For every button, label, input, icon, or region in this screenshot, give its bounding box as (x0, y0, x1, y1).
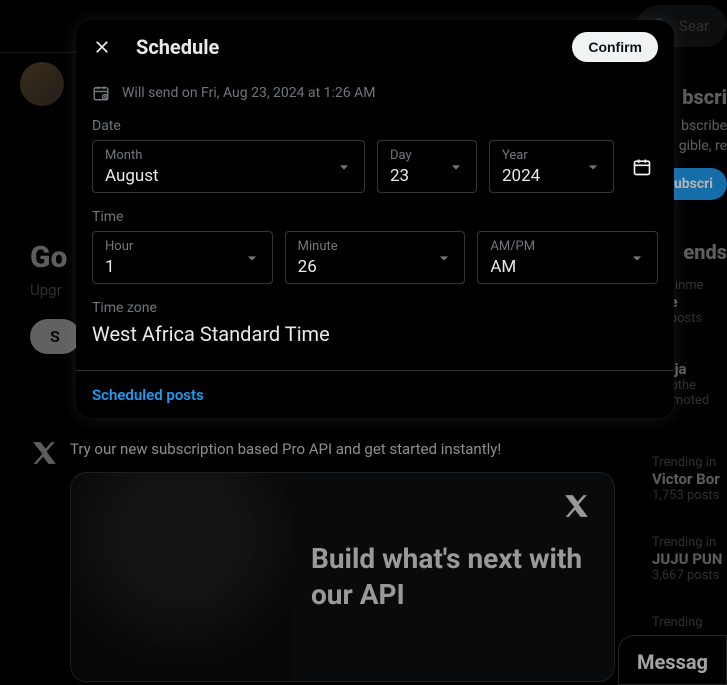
schedule-modal: Schedule Confirm Will send on Fri, Aug 2… (76, 20, 674, 418)
time-label: Time (92, 209, 658, 225)
trend-item[interactable]: Trending in JUJU PUN 3,667 posts (652, 535, 727, 583)
subscribe-line2: gible, re (679, 138, 727, 154)
chevron-down-icon (446, 157, 466, 177)
x-logo-icon (564, 493, 590, 519)
chevron-down-icon (627, 248, 647, 268)
hour-select[interactable]: Hour 1 (92, 231, 273, 284)
day-select[interactable]: Day 23 (377, 140, 477, 193)
messages-drawer[interactable]: Messag (618, 635, 727, 685)
timezone-value: West Africa Standard Time (92, 322, 658, 346)
minute-select[interactable]: Minute 26 (285, 231, 466, 284)
timezone-label: Time zone (92, 300, 658, 316)
date-label: Date (92, 118, 658, 134)
chevron-down-icon (334, 157, 354, 177)
ampm-select[interactable]: AM/PM AM (477, 231, 658, 284)
year-select[interactable]: Year 2024 (489, 140, 614, 193)
modal-title: Schedule (136, 35, 548, 59)
chevron-down-icon (583, 157, 603, 177)
subscribe-title: bscri (682, 85, 727, 109)
subscribe-line1: bscribe (681, 118, 727, 134)
calendar-schedule-icon (92, 84, 110, 102)
close-button[interactable] (92, 37, 112, 57)
avatar[interactable] (20, 62, 64, 106)
calendar-button[interactable] (626, 151, 658, 183)
search-placeholder: Sear (679, 17, 709, 35)
upgrade-button[interactable]: S (30, 319, 80, 354)
schedule-info: Will send on Fri, Aug 23, 2024 at 1:26 A… (92, 84, 658, 102)
upgrade-promo: Go Upgr S (30, 240, 80, 354)
api-promo: Try our new subscription based Pro API a… (70, 440, 615, 682)
chevron-down-icon (242, 248, 262, 268)
x-logo-icon (32, 440, 58, 466)
close-icon (92, 37, 112, 57)
api-card[interactable]: Build what's next with our API (70, 472, 615, 682)
trends-header: ends (683, 240, 727, 264)
trend-item[interactable]: Trending in Victor Bor 1,753 posts (652, 455, 727, 503)
chevron-down-icon (434, 248, 454, 268)
month-select[interactable]: Month August (92, 140, 365, 193)
calendar-icon (632, 157, 652, 177)
trend-item[interactable]: Trending (652, 615, 727, 630)
promo-image (71, 473, 291, 681)
confirm-button[interactable]: Confirm (572, 32, 658, 62)
scheduled-posts-link[interactable]: Scheduled posts (92, 386, 204, 404)
